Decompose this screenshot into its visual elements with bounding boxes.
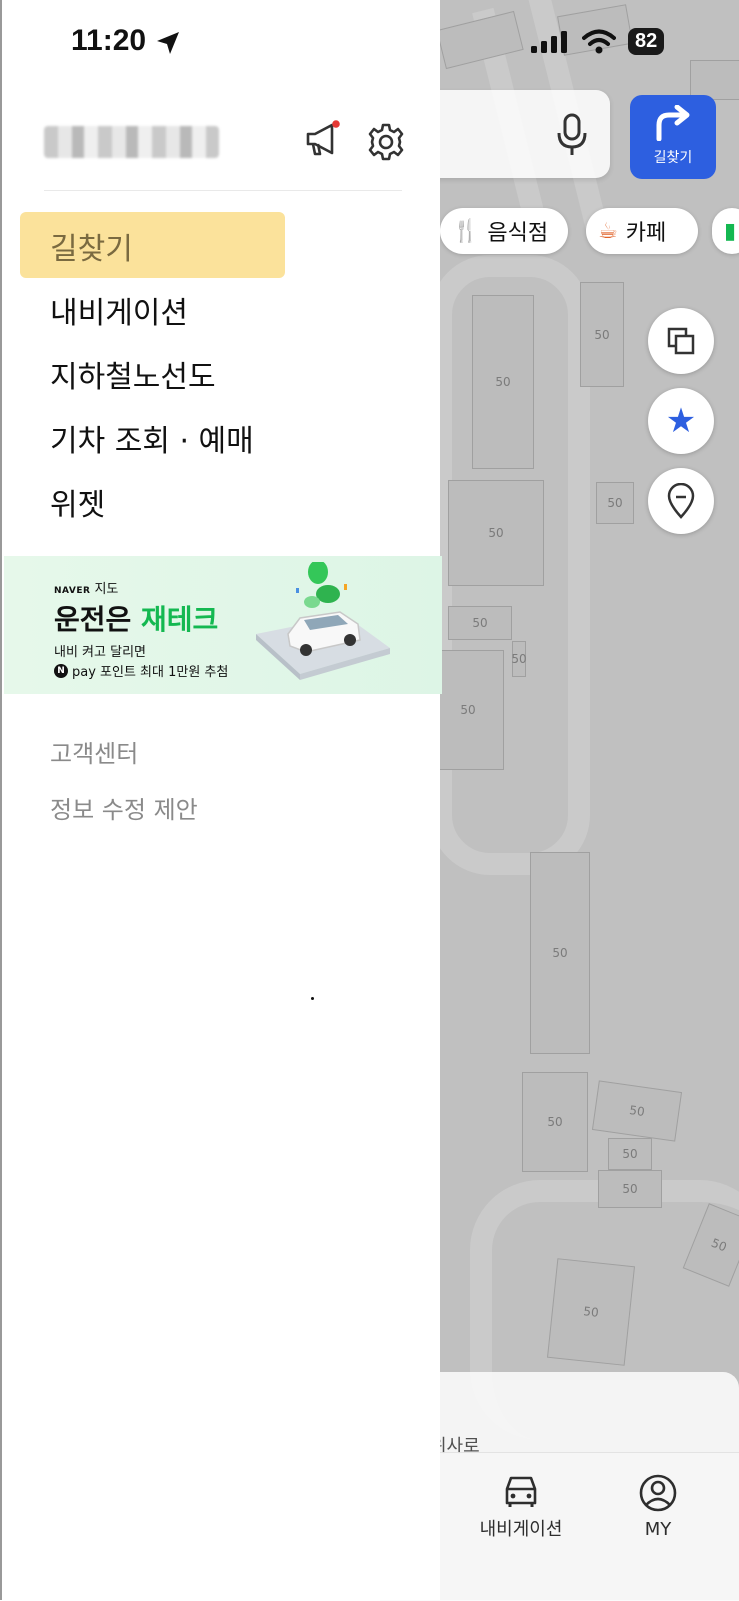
- tab-label: MY: [644, 1519, 672, 1540]
- fork-knife-icon: 🍴: [452, 218, 480, 244]
- gear-icon[interactable]: [366, 122, 406, 162]
- menu-item-widget[interactable]: 위젯: [50, 480, 105, 524]
- tab-my[interactable]: MY: [628, 1473, 688, 1540]
- location-pin-button[interactable]: [648, 468, 714, 534]
- status-icons: 82: [530, 28, 665, 55]
- naver-logo: NAVER: [54, 586, 91, 596]
- layers-icon: [667, 327, 695, 355]
- banner-subtext-npay: N pay 포인트 최대 1만원 추첨: [54, 661, 228, 680]
- layers-button[interactable]: [648, 308, 714, 374]
- menu-item-navigation[interactable]: 내비게이션: [50, 288, 188, 332]
- chip-cafe[interactable]: ☕ 카페: [586, 208, 698, 254]
- wifi-icon: [582, 29, 616, 53]
- chip-label: 음식점: [487, 221, 549, 246]
- car-icon: [505, 1476, 537, 1507]
- route-button-label: 길찾기: [653, 150, 693, 166]
- location-pin-icon: [667, 483, 695, 519]
- profile-name-blurred[interactable]: [44, 126, 219, 158]
- banner-headline: 운전은 재테크: [54, 603, 219, 636]
- profile-icon: [639, 1474, 677, 1512]
- turn-right-arrow-icon: [656, 104, 690, 142]
- menu-item-train-booking[interactable]: 기차 조회 · 예매: [50, 416, 254, 460]
- banner-subtext: 내비 켜고 달리면: [54, 645, 146, 660]
- footer-link-suggest-edit[interactable]: 정보 수정 제안: [50, 790, 198, 825]
- promo-banner[interactable]: NAVER 지도 운전은 재테크 내비 켜고 달리면 N pay 포인트 최대 1…: [4, 556, 442, 694]
- tab-navigation[interactable]: 내비게이션: [476, 1473, 566, 1541]
- status-time: 11:20: [71, 24, 147, 57]
- location-arrow-icon: [157, 32, 179, 54]
- chip-label: 카페: [625, 221, 667, 246]
- favorites-button[interactable]: ★: [648, 388, 714, 454]
- route-button[interactable]: 길찾기: [630, 95, 716, 179]
- header-divider: [44, 190, 402, 191]
- stray-dot: [311, 997, 314, 1000]
- star-icon: ★: [665, 401, 697, 441]
- more-category-icon: ▮: [724, 218, 737, 244]
- banner-brand: NAVER 지도: [54, 582, 119, 597]
- tab-label: 내비게이션: [479, 1519, 563, 1540]
- battery-indicator: 82: [628, 28, 665, 55]
- megaphone-icon[interactable]: [302, 120, 342, 160]
- npay-logo-icon: N: [54, 663, 68, 678]
- menu-item-subway-map[interactable]: 지하철노선도: [50, 352, 216, 396]
- car-coin-illustration: [256, 562, 390, 680]
- side-drawer: 길찾기 내비게이션 지하철노선도 기차 조회 · 예매 위젯 NAVER 지도 운…: [0, 0, 442, 1600]
- coffee-cup-icon: ☕: [598, 218, 618, 244]
- chip-restaurant[interactable]: 🍴 음식점: [440, 208, 568, 254]
- cellular-signal-icon: [531, 30, 567, 53]
- menu-item-directions[interactable]: 길찾기: [50, 224, 133, 268]
- footer-link-customer-center[interactable]: 고객센터: [50, 734, 138, 769]
- microphone-icon[interactable]: [555, 113, 589, 157]
- chip-more[interactable]: ▮: [712, 208, 739, 254]
- notification-dot: [332, 120, 340, 128]
